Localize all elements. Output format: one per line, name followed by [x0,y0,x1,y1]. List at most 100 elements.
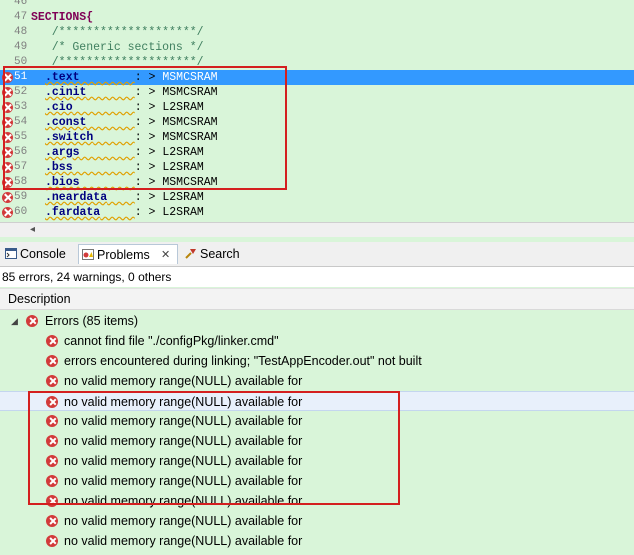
line-number: 59 [14,191,28,203]
problem-row[interactable]: no valid memory range(NULL) available fo… [0,371,634,391]
section-name: .const [45,116,87,129]
code-line[interactable]: 56 .args : > L2SRAM [0,145,634,160]
line-gutter: 54 [0,115,30,130]
line-gutter: 59 [0,190,30,205]
line-gutter: 51 [0,70,30,85]
code-line[interactable]: 48 /********************/ [0,25,634,40]
tab-problems[interactable]: Problems ✕ [78,244,178,264]
problem-row[interactable]: no valid memory range(NULL) available fo… [0,511,634,531]
error-group-label: Errors (85 items) [45,314,139,328]
scroll-left-icon[interactable]: ◂ [30,224,35,235]
line-number: 56 [14,146,28,158]
line-number: 48 [14,26,28,38]
tab-problems-label: Problems [97,248,150,262]
code-line[interactable]: 52 .cinit : > MSMCSRAM [0,85,634,100]
section-padding [107,191,135,204]
error-marker-icon[interactable] [2,177,13,188]
error-icon [46,515,58,527]
code-line[interactable]: 49 /* Generic sections */ [0,40,634,55]
code-line[interactable]: 55 .switch : > MSMCSRAM [0,130,634,145]
search-icon [185,249,196,259]
problem-row[interactable]: no valid memory range(NULL) available fo… [0,531,634,551]
line-gutter: 50 [0,55,30,70]
error-marker-icon[interactable] [2,87,13,98]
column-header-description[interactable]: Description [0,288,634,310]
problem-row[interactable]: no valid memory range(NULL) available fo… [0,471,634,491]
tab-search[interactable]: Search [182,244,248,264]
section-padding [100,206,135,219]
line-number: 57 [14,161,28,173]
line-number: 52 [14,86,28,98]
error-marker-icon[interactable] [2,207,13,218]
horizontal-scrollbar[interactable]: ◂ [0,222,634,237]
section-name: .neardata [45,191,108,204]
memory-target: MSMCSRAM [162,71,218,84]
code-text: SECTIONS{ [31,11,94,24]
code-line[interactable]: 54 .const : > MSMCSRAM [0,115,634,130]
code-line[interactable]: 51 .text : > MSMCSRAM [0,70,634,85]
error-marker-icon[interactable] [2,162,13,173]
code-line[interactable]: 60 .fardata : > L2SRAM [0,205,634,220]
error-icon [46,495,58,507]
section-padding [93,131,134,144]
code-text: .args : > L2SRAM [45,145,204,160]
tab-search-label: Search [200,247,240,261]
close-icon[interactable]: ✕ [161,245,170,265]
code-text: .cinit : > MSMCSRAM [45,85,218,100]
error-marker-icon[interactable] [2,192,13,203]
problem-description: no valid memory range(NULL) available fo… [64,434,303,448]
line-number: 54 [14,116,28,128]
section-name: .fardata [45,206,101,219]
problems-summary: 85 errors, 24 warnings, 0 others [0,267,634,287]
problem-row[interactable]: no valid memory range(NULL) available fo… [0,411,634,431]
error-marker-icon[interactable] [2,72,13,83]
section-separator: : > [134,116,156,129]
problem-description: no valid memory range(NULL) available fo… [64,534,303,548]
view-tabs: Console Problems ✕ Search [0,242,634,267]
memory-target: L2SRAM [162,191,204,204]
code-line[interactable]: 57 .bss : > L2SRAM [0,160,634,175]
line-gutter: 57 [0,160,30,175]
collapse-icon[interactable]: ◢ [11,311,18,331]
problem-row[interactable]: no valid memory range(NULL) available fo… [0,391,634,411]
problem-row[interactable]: cannot find file "./configPkg/linker.cmd… [0,331,634,351]
error-marker-icon[interactable] [2,117,13,128]
problem-row[interactable]: no valid memory range(NULL) available fo… [0,451,634,471]
section-padding [73,161,135,174]
code-line[interactable]: 59 .neardata : > L2SRAM [0,190,634,205]
problem-row[interactable]: no valid memory range(NULL) available fo… [0,491,634,511]
error-marker-icon[interactable] [2,102,13,113]
section-separator: : > [134,71,156,84]
problem-row[interactable]: no valid memory range(NULL) available fo… [0,431,634,451]
memory-target: L2SRAM [162,206,204,219]
tab-console[interactable]: Console [2,244,74,264]
problems-tree[interactable]: ◢ Errors (85 items) cannot find file "./… [0,311,634,555]
section-separator: : > [134,176,156,189]
code-line[interactable]: 47 SECTIONS{ [0,10,634,25]
problem-description: no valid memory range(NULL) available fo… [64,414,303,428]
line-number: 47 [14,11,28,23]
memory-target: L2SRAM [162,101,204,114]
error-marker-icon[interactable] [2,147,13,158]
code-text: /* Generic sections */ [31,41,204,54]
code-line[interactable]: 53 .cio : > L2SRAM [0,100,634,115]
error-icon [46,455,58,467]
code-line[interactable]: 50 /********************/ [0,55,634,70]
error-group-row[interactable]: ◢ Errors (85 items) [0,311,634,331]
line-number: 51 [14,71,28,83]
section-padding [80,176,135,189]
code-line[interactable]: 46 [0,0,634,10]
section-separator: : > [134,191,156,204]
code-editor[interactable]: 46 47 SECTIONS{48 /********************/49… [0,0,634,222]
code-line[interactable]: 58 .bios : > MSMCSRAM [0,175,634,190]
error-icon [46,396,58,408]
error-icon [46,335,58,347]
error-icon [46,375,58,387]
code-text: .text : > MSMCSRAM [45,70,218,85]
section-separator: : > [134,206,156,219]
error-icon [46,355,58,367]
error-marker-icon[interactable] [2,132,13,143]
section-separator: : > [134,86,156,99]
problem-row[interactable]: errors encountered during linking; "Test… [0,351,634,371]
section-separator: : > [134,146,156,159]
